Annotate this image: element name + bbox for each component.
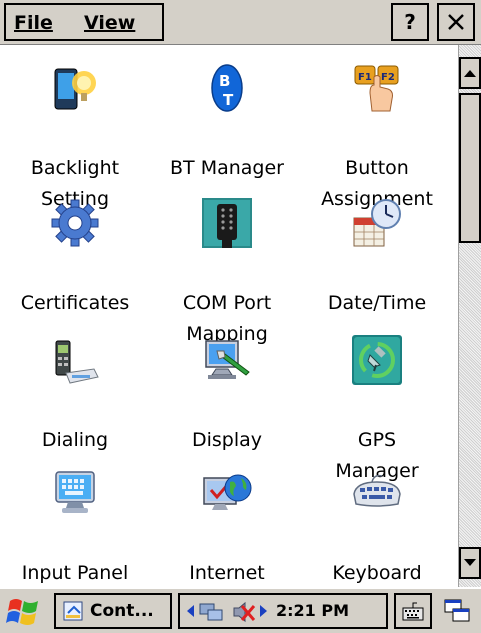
item-input-panel[interactable]: Input Panel: [0, 468, 150, 587]
tray-left-arrow-icon[interactable]: [186, 605, 194, 617]
keyboard-monitor-icon: [55, 471, 95, 513]
svg-text:F2: F2: [381, 72, 395, 83]
close-button[interactable]: [437, 3, 475, 41]
svg-text:T: T: [223, 91, 234, 109]
item-button-assignment[interactable]: F1 F2 Button Assignment: [302, 63, 452, 210]
vertical-scrollbar[interactable]: [458, 45, 481, 587]
scroll-down-button[interactable]: [459, 547, 481, 579]
com-port-icon: [202, 198, 252, 248]
item-internet-options[interactable]: Internet Options: [152, 468, 302, 587]
volume-muted-icon[interactable]: [230, 600, 256, 624]
backlight-icon: [54, 68, 96, 110]
scroll-up-button[interactable]: [459, 57, 481, 89]
menu-group: File View: [4, 3, 164, 41]
calendar-clock-icon: [353, 199, 401, 247]
switch-windows-button[interactable]: [438, 593, 476, 629]
item-dialing[interactable]: Dialing: [0, 335, 150, 465]
phone-modem-icon: [55, 340, 99, 384]
task-label: Cont...: [90, 601, 154, 621]
svg-text:F1: F1: [358, 72, 372, 83]
clock[interactable]: 2:21 PM: [276, 601, 349, 620]
monitor-brush-icon: [205, 340, 250, 379]
item-backlight-setting[interactable]: Backlight Setting: [0, 63, 150, 210]
item-com-port-mapping[interactable]: COM Port Mapping: [152, 198, 302, 345]
certificates-gear-icon: [51, 199, 99, 247]
start-flag-icon[interactable]: [6, 595, 42, 629]
help-button[interactable]: ?: [391, 3, 429, 41]
system-tray: 2:21 PM: [178, 593, 388, 629]
menu-bar: File View ?: [0, 0, 481, 45]
file-menu[interactable]: File: [14, 12, 53, 34]
item-bt-manager[interactable]: B T BT Manager: [152, 63, 302, 193]
taskbar: Cont... 2:21 PM: [0, 587, 481, 633]
item-label: Certificates: [20, 292, 130, 314]
triangle-down-icon: [464, 559, 476, 566]
item-date-time[interactable]: Date/Time: [302, 198, 452, 328]
item-label: Display: [191, 429, 263, 451]
item-label: BT Manager: [170, 157, 284, 179]
input-panel-button[interactable]: [394, 593, 432, 629]
network-icon[interactable]: [198, 600, 224, 624]
windows-overlap-icon: [444, 599, 470, 622]
item-label: Dialing: [41, 429, 109, 451]
bluetooth-icon: B T: [211, 64, 243, 112]
triangle-up-icon: [464, 70, 476, 77]
button-assignment-icon: F1 F2: [354, 65, 399, 112]
item-display[interactable]: Display: [152, 335, 302, 465]
control-panel-icon: [63, 601, 83, 621]
keyboard-icon: [402, 602, 424, 621]
control-panel-grid: Backlight Setting B T BT Manager F1 F2 B…: [0, 45, 458, 587]
item-gps-manager[interactable]: GPS Manager: [302, 335, 452, 482]
gps-satellite-icon: [352, 335, 402, 385]
task-button-control-panel[interactable]: Cont...: [54, 593, 172, 629]
keyboard-icon: [353, 474, 401, 507]
svg-text:B: B: [219, 72, 230, 90]
scroll-thumb[interactable]: [459, 93, 481, 243]
tray-right-arrow-icon[interactable]: [260, 605, 268, 617]
item-label: Internet Options: [189, 562, 265, 584]
item-label: Input Panel: [21, 562, 129, 584]
close-icon: [448, 14, 464, 30]
globe-monitor-icon: [203, 474, 252, 510]
item-label: Date/Time: [327, 292, 427, 314]
item-label: Keyboard: [332, 562, 422, 584]
view-menu[interactable]: View: [84, 12, 135, 34]
item-certificates[interactable]: Certificates: [0, 198, 150, 328]
item-keyboard[interactable]: Keyboard: [302, 468, 452, 587]
